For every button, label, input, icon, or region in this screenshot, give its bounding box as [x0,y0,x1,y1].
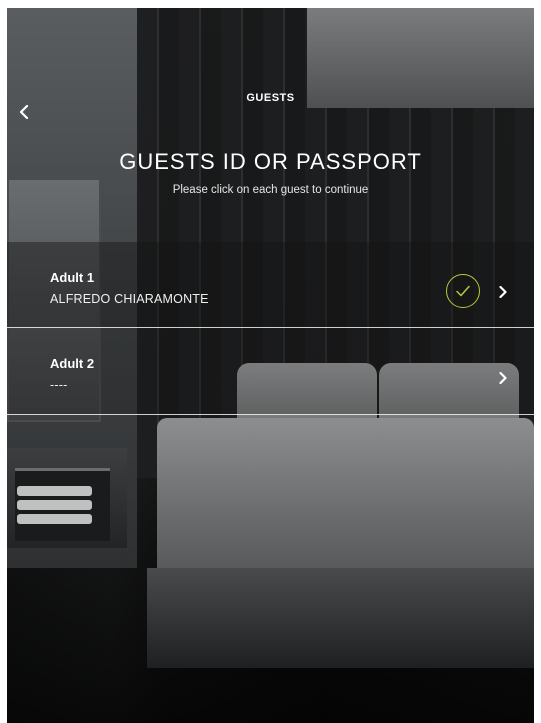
chevron-right-icon [497,284,509,300]
page-title: GUESTS ID OR PASSPORT [119,149,422,174]
back-button[interactable] [13,101,35,127]
chevron-right-icon [497,370,509,386]
app-screen: GUESTS GUESTS ID OR PASSPORT Please clic… [7,8,534,723]
guests-view: GUESTS GUESTS ID OR PASSPORT Please clic… [7,8,534,723]
guest-row-adult-2[interactable]: Adult 2 ---- [7,328,534,415]
guest-name: ---- [50,378,68,392]
guest-label: Adult 1 [50,270,95,285]
guest-label: Adult 2 [50,356,95,371]
check-circle-icon [446,274,480,308]
guest-row-adult-1[interactable]: Adult 1 ALFREDO CHIARAMONTE [7,242,534,328]
page-subtitle: Please click on each guest to continue [172,184,369,196]
guest-name: ALFREDO CHIARAMONTE [50,292,209,306]
guest-list: Adult 1 ALFREDO CHIARAMONTE Adult 2 ---- [7,242,534,415]
chevron-left-icon [19,104,29,124]
header-title: GUESTS [246,92,295,104]
